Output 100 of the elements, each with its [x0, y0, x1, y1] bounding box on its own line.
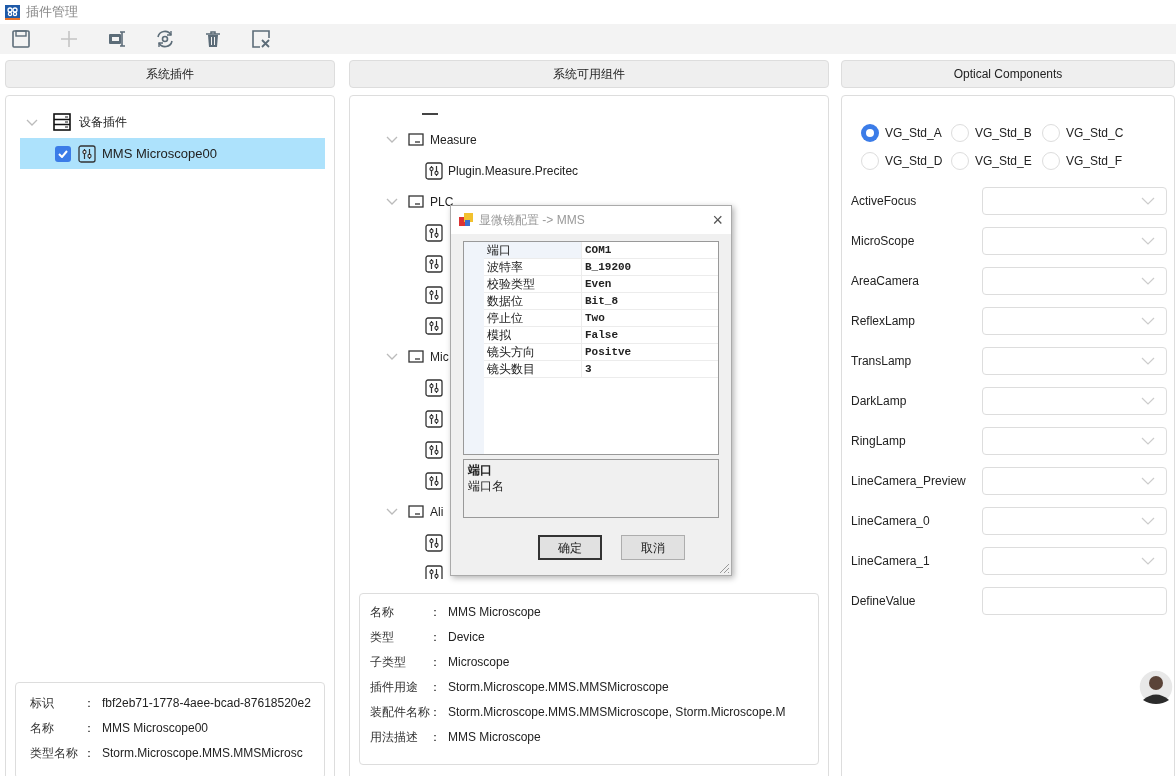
- slider-icon: [425, 285, 443, 304]
- field-value: Device: [448, 628, 485, 646]
- tree-item-label[interactable]: PLC: [430, 192, 454, 211]
- field-label: DefineValue: [851, 593, 917, 610]
- chevron-icon[interactable]: [386, 136, 398, 143]
- dropdown[interactable]: [982, 347, 1167, 375]
- dialog-button[interactable]: 取消: [621, 535, 685, 560]
- property-value[interactable]: 3: [582, 361, 718, 377]
- panel-header: 系统插件: [5, 60, 335, 88]
- app-logo-icon: [5, 4, 20, 20]
- dropdown[interactable]: [982, 547, 1167, 575]
- tree-item-label[interactable]: Plugin.Measure.Precitec: [448, 161, 579, 180]
- field-label: 类型名称: [30, 744, 79, 762]
- tree-item-label: 设备插件: [79, 114, 127, 131]
- chevron-icon[interactable]: [386, 353, 398, 360]
- field-label: DarkLamp: [851, 393, 908, 410]
- radio-option[interactable]: VG_Std_E: [951, 151, 1042, 171]
- field-value: Storm.Microscope.MMS.MMSMicroscope: [448, 678, 669, 696]
- chevron-icon: [1141, 197, 1155, 205]
- chevron-icon: [1141, 557, 1155, 565]
- tree-item-label[interactable]: Measure: [430, 130, 477, 149]
- folder-icon: [408, 504, 424, 519]
- chevron-icon[interactable]: [386, 198, 398, 205]
- slider-icon: [425, 564, 443, 579]
- field-value: fbf2eb71-1778-4aee-bcad-87618520e2: [102, 694, 311, 712]
- field-value: MMS Microscope00: [102, 719, 209, 737]
- tree-item-label[interactable]: Ali: [430, 502, 444, 521]
- radio-option[interactable]: VG_Std_C: [1042, 123, 1132, 143]
- field-value: Microscope: [448, 653, 510, 671]
- dropdown[interactable]: [982, 267, 1167, 295]
- colon-separator: ：: [428, 678, 442, 696]
- colon-separator: ：: [82, 694, 96, 712]
- property-value[interactable]: Two: [582, 310, 718, 326]
- resize-grip-icon[interactable]: [718, 562, 730, 574]
- field-label: 用法描述: [370, 728, 419, 746]
- field-label: AreaCamera: [851, 273, 921, 290]
- property-name[interactable]: 端口: [484, 242, 582, 258]
- clear-icon[interactable]: [251, 29, 271, 49]
- dropdown[interactable]: [982, 427, 1167, 455]
- dropdown[interactable]: [982, 307, 1167, 335]
- colon-separator: ：: [428, 728, 442, 746]
- trash-icon[interactable]: [203, 29, 223, 49]
- property-name[interactable]: 镜头数目: [484, 361, 582, 377]
- input-field[interactable]: [982, 587, 1167, 615]
- colon-separator: ：: [429, 703, 442, 721]
- tree-item-label[interactable]: Mic: [430, 347, 449, 366]
- radio-option[interactable]: VG_Std_A: [861, 123, 951, 143]
- slider-icon: [425, 533, 443, 552]
- dropdown[interactable]: [982, 227, 1167, 255]
- field-label: 子类型: [370, 653, 407, 671]
- field-label: LineCamera_1: [851, 553, 931, 570]
- chevron-icon: [1141, 277, 1155, 285]
- field-value: MMS Microscope: [448, 603, 541, 621]
- checkmark-icon: [58, 149, 68, 158]
- slider-icon: [78, 144, 96, 163]
- dropdown[interactable]: [982, 507, 1167, 535]
- device-icon[interactable]: [107, 29, 127, 49]
- property-name[interactable]: 停止位: [484, 310, 582, 326]
- property-value[interactable]: False: [582, 327, 718, 343]
- save-icon[interactable]: [11, 29, 31, 49]
- property-name[interactable]: 数据位: [484, 293, 582, 309]
- property-name[interactable]: 模拟: [484, 327, 582, 343]
- slider-icon: [425, 254, 443, 273]
- field-label: LineCamera_0: [851, 513, 931, 530]
- property-value[interactable]: COM1: [582, 242, 718, 258]
- property-value[interactable]: Positve: [582, 344, 718, 360]
- slider-icon: [425, 409, 443, 428]
- property-name[interactable]: 校验类型: [484, 276, 582, 292]
- field-label: TransLamp: [851, 353, 913, 370]
- checkbox[interactable]: [55, 145, 71, 162]
- property-name[interactable]: 镜头方向: [484, 344, 582, 360]
- chevron-icon[interactable]: [386, 508, 398, 515]
- property-value[interactable]: Bit_8: [582, 293, 718, 309]
- field-label: 标识: [30, 694, 55, 712]
- tree-item[interactable]: MMS Microscope00: [20, 138, 325, 169]
- radio-option[interactable]: VG_Std_D: [861, 151, 951, 171]
- radio-option[interactable]: VG_Std_B: [951, 123, 1042, 143]
- field-label: RingLamp: [851, 433, 907, 450]
- chevron-icon[interactable]: [26, 118, 38, 126]
- refresh-gear-icon[interactable]: [155, 29, 175, 49]
- slider-icon: [425, 223, 443, 242]
- close-button[interactable]: ×: [712, 211, 723, 229]
- chevron-icon: [1141, 357, 1155, 365]
- property-value[interactable]: B_19200: [582, 259, 718, 275]
- field-label: LineCamera_Preview: [851, 473, 967, 490]
- field-label: MicroScope: [851, 233, 916, 250]
- field-value: Storm.Microscope.MMS.MMSMicrosc: [102, 744, 303, 762]
- property-value[interactable]: Even: [582, 276, 718, 292]
- dialog-button[interactable]: 确定: [538, 535, 602, 560]
- folder-icon: [408, 194, 424, 209]
- dropdown[interactable]: [982, 387, 1167, 415]
- field-label: 插件用途: [370, 678, 419, 696]
- panel-header: Optical Components: [841, 60, 1175, 88]
- field-value: Storm.Microscope.MMS.MMSMicroscope, Storm.Microscope.M: [448, 703, 786, 721]
- property-name[interactable]: 波特率: [484, 259, 582, 275]
- dropdown[interactable]: [982, 467, 1167, 495]
- slider-icon: [425, 161, 443, 180]
- dropdown[interactable]: [982, 187, 1167, 215]
- description-title: 端口: [468, 462, 493, 478]
- radio-option[interactable]: VG_Std_F: [1042, 151, 1132, 171]
